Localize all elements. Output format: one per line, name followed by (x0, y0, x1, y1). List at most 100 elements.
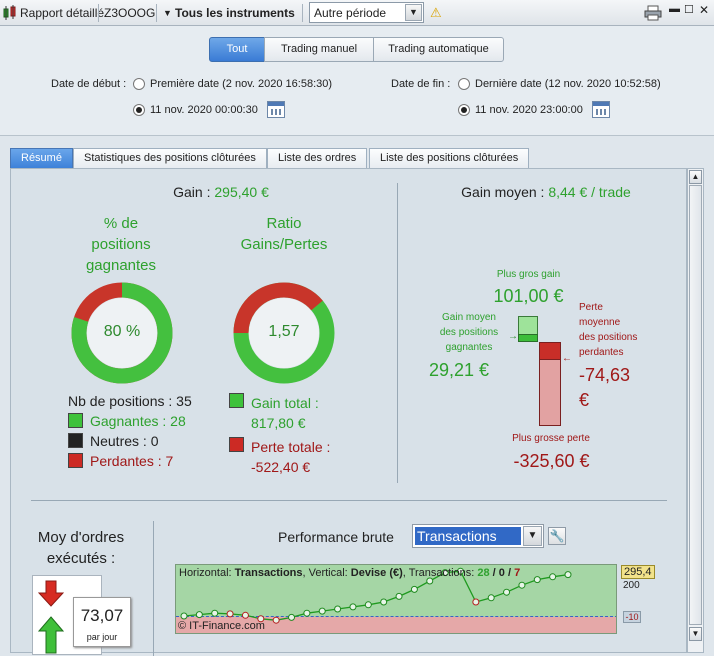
calendar-icon[interactable] (267, 101, 285, 118)
losers-swatch (68, 453, 83, 468)
performance-point (395, 592, 403, 600)
avg-gain-header: Gain moyen : 8,44 € / trade (406, 184, 686, 200)
scroll-down-icon[interactable]: ▼ (689, 627, 702, 641)
orders-title-line: Moy d'ordres (37, 529, 125, 546)
instruments-selector[interactable]: Tous les instruments (175, 4, 295, 22)
performance-point (410, 585, 418, 593)
worst-loss-value: -325,60 € (513, 451, 590, 471)
tab-all[interactable]: Tout (209, 37, 265, 62)
ratio-value: 1,57 (268, 323, 300, 340)
maximize-icon[interactable]: ☐ (684, 3, 694, 16)
calendar-icon[interactable] (592, 101, 610, 118)
chevron-down-icon[interactable]: ▼ (163, 4, 172, 22)
avg-loss-value: -74,63 € (579, 363, 630, 413)
loss-total-value: -522,40 € (251, 459, 311, 475)
tab-manual-trading[interactable]: Trading manuel (264, 37, 374, 62)
avg-win-label-line: des positions (439, 327, 499, 338)
printer-icon[interactable] (644, 5, 662, 21)
performance-point (533, 576, 541, 584)
orders-unit: par jour (86, 632, 118, 642)
performance-point (518, 581, 526, 589)
tab-automatic-trading[interactable]: Trading automatique (373, 37, 504, 62)
end-last-label[interactable]: Dernière date (12 nov. 2020 10:52:58) (475, 78, 661, 90)
gain-total: Gain total : 817,80 € (251, 393, 319, 433)
gain-header: Gain : 295,40 € (111, 184, 331, 200)
avg-win-label: Gain moyen des positions gagnantes (424, 310, 514, 355)
chart-info-text: , Transactions: (402, 567, 478, 579)
chart-info-h: Transactions (234, 567, 303, 579)
performance-point (472, 598, 480, 606)
end-custom-date[interactable]: 11 nov. 2020 23:00:00 (475, 104, 583, 116)
tab-closed-position-stats[interactable]: Statistiques des positions clôturées (73, 148, 267, 169)
performance-point (549, 573, 557, 581)
end-last-radio[interactable] (458, 78, 470, 90)
avg-gain-value: 8,44 € / trade (548, 184, 631, 200)
neutral-count: Neutres : 0 (90, 433, 159, 449)
chevron-down-icon[interactable]: ▼ (405, 4, 422, 21)
scroll-up-icon[interactable]: ▲ (689, 170, 702, 184)
performance-select-value: Transactions (415, 527, 521, 545)
worst-loss-label: Plus grosse perte (512, 433, 590, 444)
win-pct-title: % de positions gagnantes (71, 213, 171, 276)
start-first-label[interactable]: Première date (2 nov. 2020 16:58:30) (150, 78, 332, 90)
start-custom-radio[interactable] (133, 104, 145, 116)
candlestick-icon (3, 5, 16, 20)
avg-loss-label-line: perdantes (579, 347, 624, 358)
performance-point (226, 610, 234, 618)
loss-total-label: Perte totale : (251, 439, 331, 455)
orders-title: Moy d'ordres exécutés : (21, 527, 141, 569)
period-select[interactable]: Autre période ▼ (309, 2, 424, 23)
tx-sep: / (504, 567, 515, 579)
arrow-right-icon: → (508, 331, 518, 342)
current-value-badge: 295,4 (621, 565, 655, 579)
performance-point (334, 605, 342, 613)
warning-icon[interactable]: ⚠ (430, 4, 442, 22)
orders-title-line: exécutés : (46, 550, 116, 567)
gain-label: Gain : (173, 184, 211, 200)
account-label[interactable]: Z3OOOG (104, 4, 155, 22)
win-pct-title-line: positions (91, 236, 151, 253)
end-date-label: Date de fin : (391, 78, 451, 90)
chart-info-v: Devise (€) (350, 567, 403, 579)
ratio-title: Ratio Gains/Pertes (224, 213, 344, 255)
tab-order-list[interactable]: Liste des ordres (267, 148, 368, 169)
gain-total-label: Gain total : (251, 395, 319, 411)
tx-win: 28 (477, 567, 490, 579)
gain-total-swatch (229, 393, 244, 408)
toolbar: Rapport détaillé Z3OOOG ▼ Tous les instr… (0, 0, 714, 26)
scroll-thumb[interactable] (689, 185, 702, 625)
best-gain-value: 101,00 € (493, 286, 564, 306)
vertical-scrollbar[interactable]: ▲ ▼ (687, 168, 704, 653)
avg-win-label-line: gagnantes (445, 342, 493, 353)
start-custom-date[interactable]: 11 nov. 2020 00:00:30 (150, 104, 258, 116)
losers-count: Perdantes : 7 (90, 453, 174, 469)
minimize-icon[interactable]: ▬ (669, 3, 680, 15)
avg-gain-label: Gain moyen : (461, 184, 545, 200)
avg-loss-label-line: des positions (579, 332, 638, 343)
gain-total-value: 817,80 € (251, 415, 306, 431)
wrench-icon[interactable]: 🔧 (548, 527, 566, 545)
orders-value: 73,07 (80, 606, 124, 625)
toolbar-separator (98, 4, 99, 22)
tab-closed-position-list[interactable]: Liste des positions clôturées (369, 148, 530, 169)
report-label[interactable]: Rapport détaillé (20, 4, 104, 22)
tick-m10: -10 (623, 611, 641, 623)
chevron-down-icon[interactable]: ▼ (523, 526, 542, 546)
avg-win-value: 29,21 € (429, 360, 490, 380)
ratio-title-line: Ratio (266, 215, 302, 232)
avg-win-bar (518, 334, 538, 342)
ratio-title-line: Gains/Pertes (240, 236, 328, 253)
tab-summary[interactable]: Résumé (10, 148, 73, 169)
filter-panel: Tout Trading manuel Trading automatique … (0, 26, 714, 136)
avg-win-label-line: Gain moyen (442, 312, 496, 323)
performance-point (211, 609, 219, 617)
performance-point (364, 601, 372, 609)
performance-select[interactable]: Transactions ▼ (412, 524, 544, 548)
buy-sell-arrows-icon (38, 580, 64, 654)
end-custom-radio[interactable] (458, 104, 470, 116)
close-icon[interactable]: ✕ (699, 3, 709, 17)
win-pct-title-line: gagnantes (85, 257, 157, 274)
start-first-radio[interactable] (133, 78, 145, 90)
performance-point (487, 594, 495, 602)
avg-loss-label-line: Perte (579, 302, 603, 313)
